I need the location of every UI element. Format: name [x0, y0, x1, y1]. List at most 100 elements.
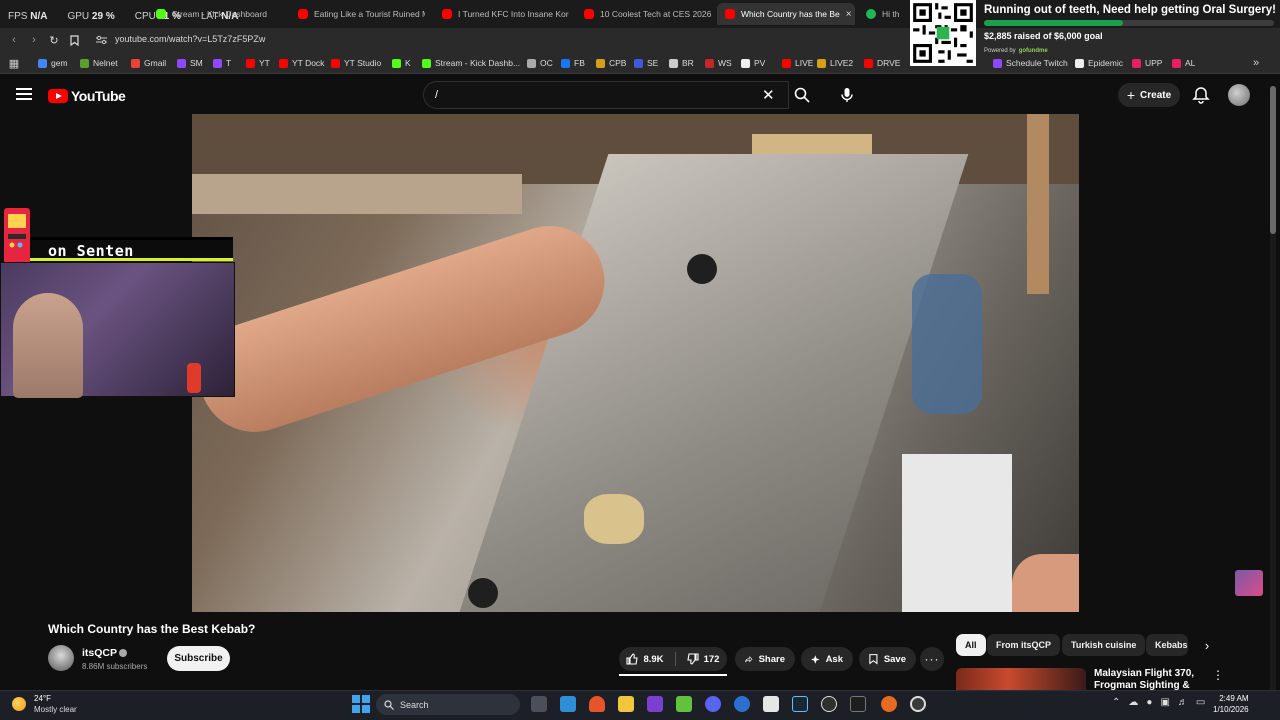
bookmark-item[interactable]: YT Dock	[279, 57, 324, 69]
steam-icon[interactable]	[792, 696, 808, 712]
recommended-title[interactable]: Malaysian Flight 370, Frogman Sighting &	[1094, 668, 1204, 690]
weather-condition[interactable]: Mostly clear	[34, 705, 77, 714]
windows-start-icon[interactable]	[352, 695, 370, 713]
weather-temperature[interactable]: 24°F	[34, 694, 51, 703]
channel-name[interactable]: itsQCP	[82, 647, 117, 659]
notepad-icon[interactable]	[763, 696, 779, 712]
site-settings-icon[interactable]	[96, 35, 107, 45]
dislike-button[interactable]: 172	[679, 647, 727, 671]
bookmark-item[interactable]: Stream - Kick Dashb...	[422, 57, 520, 69]
bookmark-icon[interactable]	[66, 32, 82, 48]
more-actions-button[interactable]: ···	[920, 647, 944, 671]
cloud-icon[interactable]: ☁	[1128, 697, 1138, 708]
bookmark-item[interactable]: SM	[177, 57, 203, 69]
page-scrollbar[interactable]	[1270, 86, 1276, 690]
chip-turkish-cuisine[interactable]: Turkish cuisine	[1062, 634, 1146, 656]
task-view-icon[interactable]	[531, 696, 547, 712]
app-icon-green[interactable]	[676, 696, 692, 712]
bookmark-item[interactable]: LIVE	[782, 57, 813, 69]
app-icon-purple[interactable]	[647, 696, 663, 712]
tab-kick-dashboard[interactable]: Stream - Kick Dashboard	[148, 3, 283, 25]
taskbar-clock[interactable]: 2:49 AM 1/10/2026	[1213, 693, 1249, 715]
chip-from-itsqcp[interactable]: From itsQCP	[987, 634, 1061, 656]
bookmark-item[interactable]: CPB	[596, 57, 626, 69]
bookmark-item[interactable]: WS	[705, 57, 732, 69]
save-button[interactable]: Save	[859, 647, 916, 671]
bookmark-item[interactable]: YT	[246, 57, 270, 69]
video-player[interactable]	[192, 114, 1079, 612]
bookmark-item[interactable]: LIVE2	[817, 57, 853, 69]
tab-eating-like-tourist[interactable]: Eating Like a Tourist Ruined My	[290, 3, 425, 25]
bookmark-item[interactable]: Gmail	[131, 57, 166, 69]
chevron-right-icon[interactable]: ›	[1198, 636, 1216, 654]
forward-icon[interactable]: ›	[26, 32, 42, 48]
brave-browser-icon[interactable]	[589, 696, 605, 712]
mic-tray-icon[interactable]: ●	[1146, 697, 1152, 708]
url-field[interactable]: youtube.com/watch?v=L5Tz7zF5PZw	[115, 34, 265, 44]
notifications-bell-icon[interactable]	[1192, 86, 1210, 104]
like-button[interactable]: 8.9K	[619, 647, 671, 671]
volume-icon[interactable]: ♬	[1178, 697, 1188, 708]
bookmark-item[interactable]: T	[213, 57, 231, 69]
tab-ces-2026[interactable]: 10 Coolest Tech at CES 2026 (	[576, 3, 711, 25]
app-icon-store[interactable]	[560, 696, 576, 712]
bookmark-item[interactable]: YT Studio	[331, 57, 381, 69]
video-frame-post	[1027, 114, 1049, 294]
video-frame-shelf	[192, 174, 522, 214]
bookmark-item[interactable]: FB	[561, 57, 585, 69]
channel-avatar[interactable]	[48, 645, 74, 671]
dislike-count: 172	[703, 653, 720, 665]
app-icon-circle[interactable]	[910, 696, 926, 712]
youtube-logo[interactable]: YouTube	[48, 88, 126, 104]
clock-date: 1/10/2026	[1213, 705, 1249, 714]
tray-overflow-icon[interactable]: ⌃	[1112, 697, 1120, 708]
apps-grid-icon[interactable]: ▦	[6, 55, 22, 71]
account-avatar[interactable]	[1228, 84, 1250, 106]
recommended-more-icon[interactable]: ⋮	[1212, 668, 1224, 682]
close-tab-icon[interactable]: ×	[846, 9, 852, 20]
chip-kebabs[interactable]: Kebabs	[1146, 634, 1188, 656]
tab-label: Hi th	[882, 9, 900, 19]
network-icon[interactable]: ▣	[1160, 697, 1169, 708]
bookmark-item[interactable]: PV	[741, 57, 765, 69]
bookmark-item[interactable]: OC	[527, 57, 553, 69]
menu-icon[interactable]	[16, 88, 32, 100]
app-icon-dark[interactable]	[850, 696, 866, 712]
clear-search-icon[interactable]: ✕	[762, 86, 775, 104]
share-button[interactable]: Share	[735, 647, 795, 671]
tab-best-kebab-active[interactable]: Which Country has the Be ×	[717, 3, 855, 25]
reload-icon[interactable]: ↻	[46, 32, 62, 48]
recommended-thumbnail[interactable]	[956, 668, 1086, 690]
bookmark-favicon-icon	[596, 58, 605, 68]
bookmark-favicon-icon	[669, 58, 678, 68]
bookmark-item[interactable]: DRVE	[864, 57, 900, 69]
discord-icon[interactable]	[705, 696, 721, 712]
system-tray[interactable]: ⌃ ☁ ● ▣ ♬ ▭	[1112, 697, 1205, 708]
create-button[interactable]: + Create	[1118, 83, 1180, 107]
search-button[interactable]	[786, 81, 818, 109]
app-icon-orange[interactable]	[881, 696, 897, 712]
ask-button[interactable]: Ask	[801, 647, 853, 671]
taskbar-search[interactable]: Search	[376, 694, 520, 715]
voice-search-button[interactable]	[834, 82, 860, 108]
back-icon[interactable]: ‹	[6, 32, 22, 48]
scrollbar-thumb[interactable]	[1270, 86, 1276, 234]
weather-sun-icon[interactable]	[12, 697, 26, 711]
edge-icon[interactable]	[734, 696, 750, 712]
file-explorer-icon[interactable]	[618, 696, 634, 712]
subscribe-button[interactable]: Subscribe	[167, 646, 230, 671]
bookmark-label: YT Studio	[344, 58, 382, 68]
search-input[interactable]: /	[423, 81, 789, 109]
bookmark-item[interactable]: SE	[634, 57, 658, 69]
tab-kfc-korea[interactable]: I Turned KFC Into Insane Korea	[434, 3, 569, 25]
bookmark-item[interactable]: K	[392, 57, 411, 69]
battery-icon[interactable]: ▭	[1196, 697, 1205, 708]
tab-spotify[interactable]: Hi th	[858, 3, 910, 25]
bookmark-favicon-icon	[422, 58, 431, 68]
obs-icon[interactable]	[821, 696, 837, 712]
bookmark-item[interactable]: BR	[669, 57, 694, 69]
bookmark-item[interactable]: gem	[38, 57, 68, 69]
subscriber-count: 8.86M subscribers	[82, 662, 148, 671]
chip-all[interactable]: All	[956, 634, 986, 656]
bookmark-item[interactable]: Nelnet	[80, 57, 118, 69]
